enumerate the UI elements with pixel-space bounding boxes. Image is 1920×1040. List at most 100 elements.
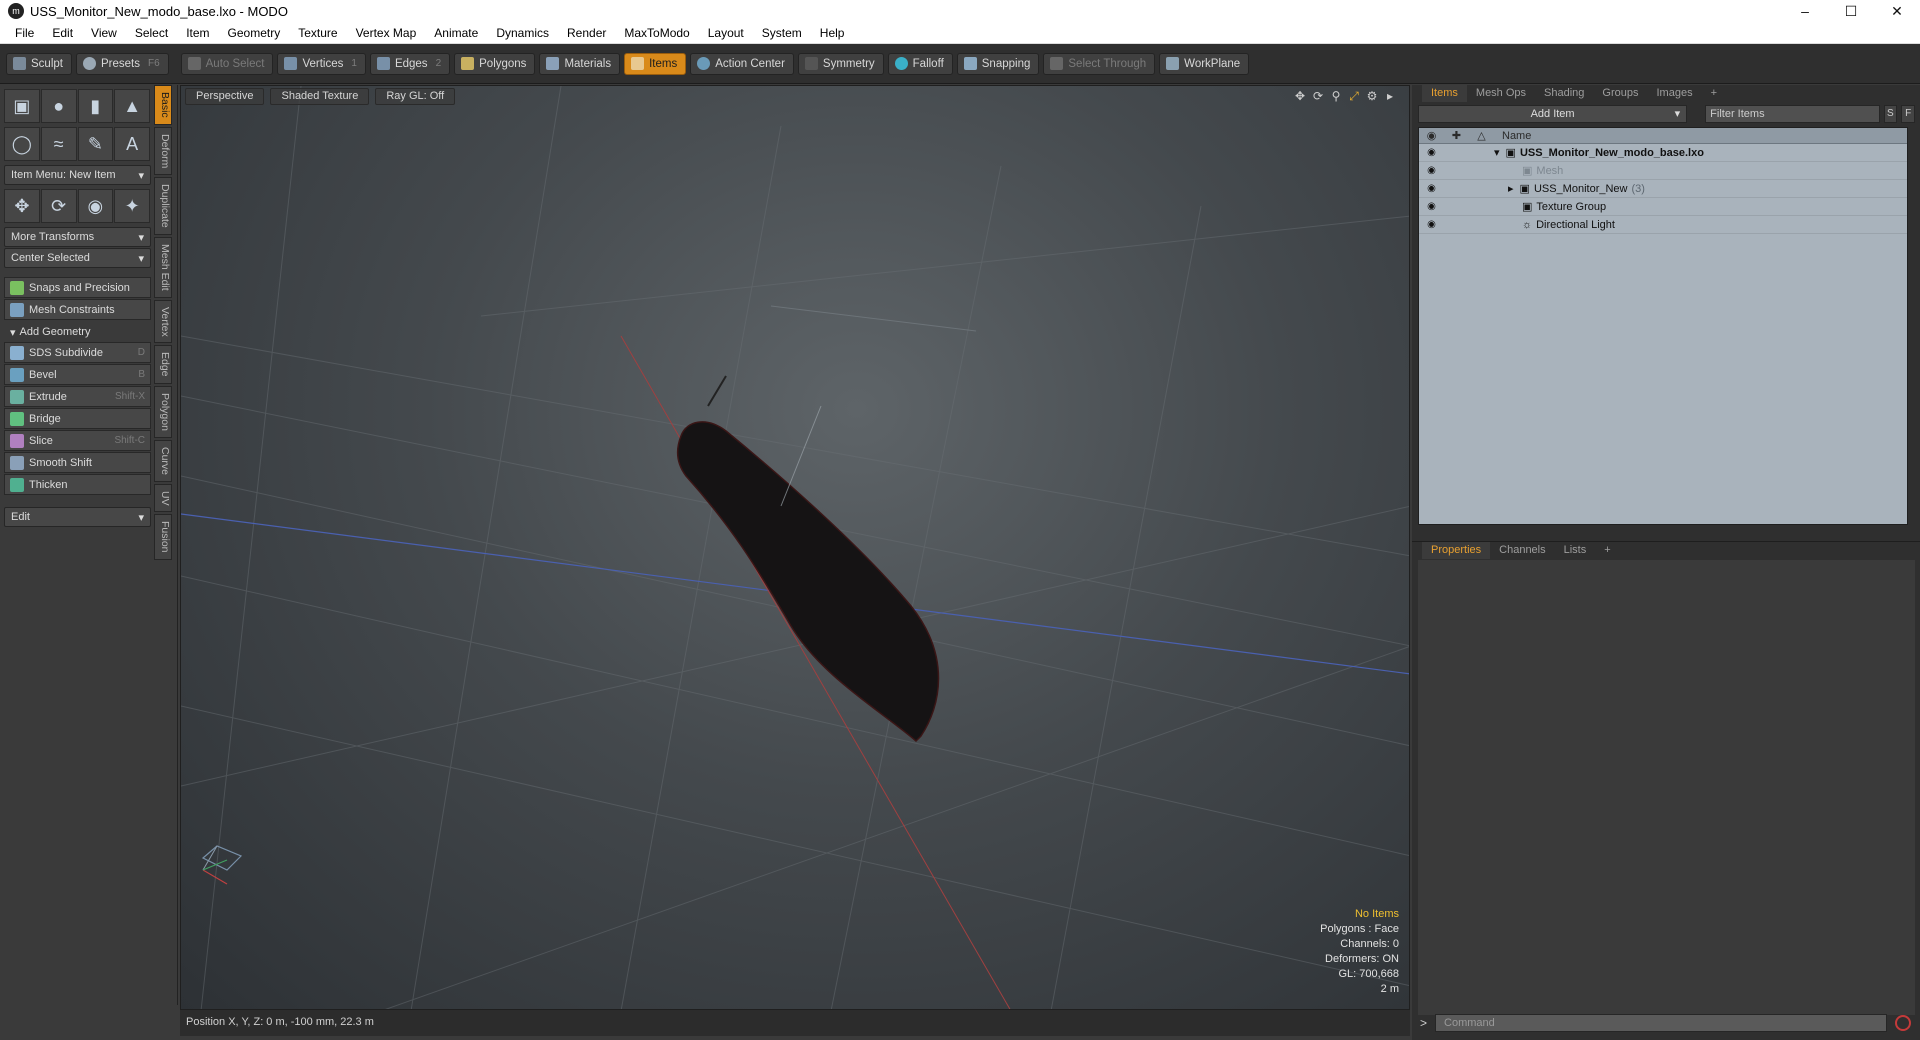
minimize-icon[interactable]: – (1782, 0, 1828, 22)
select-through-button[interactable]: Select Through (1043, 52, 1156, 75)
items-button[interactable]: Items (624, 52, 687, 75)
menu-maxtomodo[interactable]: MaxToModo (615, 22, 698, 44)
tab-vertex[interactable]: Vertex (154, 299, 172, 344)
materials-button[interactable]: Materials (539, 52, 621, 75)
transform-tool-icon[interactable]: ✦ (114, 189, 150, 223)
vertices-button[interactable]: Vertices 1 (277, 52, 366, 75)
raygl-button[interactable]: Ray GL: Off (375, 88, 456, 105)
sphere-icon[interactable]: ● (40, 89, 77, 123)
gear-icon[interactable]: ⚙ (1363, 89, 1381, 104)
item-menu-dropdown[interactable]: Item Menu: New Item ▾ (4, 165, 151, 185)
expand-arrow-icon[interactable]: ▸ (1508, 182, 1514, 195)
action-center-button[interactable]: Action Center (690, 52, 794, 75)
tab-basic[interactable]: Basic (154, 85, 172, 125)
torus-icon[interactable]: ◯ (4, 127, 40, 161)
edit-dropdown[interactable]: Edit ▾ (4, 507, 151, 527)
center-selected-dropdown[interactable]: Center Selected ▾ (4, 248, 151, 268)
workplane-button[interactable]: WorkPlane (1159, 52, 1250, 75)
record-icon[interactable] (1895, 1015, 1912, 1031)
menu-geometry[interactable]: Geometry (219, 22, 290, 44)
move-tool-icon[interactable]: ✥ (4, 189, 40, 223)
snaps-precision-button[interactable]: Snaps and Precision (4, 277, 151, 298)
symmetry-button[interactable]: Symmetry (797, 52, 884, 75)
menu-select[interactable]: Select (126, 22, 177, 44)
slice-button[interactable]: Slice Shift-C (4, 430, 151, 451)
fit-icon[interactable]: ⤢ (1345, 89, 1363, 104)
3d-viewport[interactable]: Perspective Shaded Texture Ray GL: Off ✥… (180, 85, 1410, 1010)
tab-fusion[interactable]: Fusion (154, 514, 172, 560)
f-filter-button[interactable]: F (1901, 105, 1915, 123)
list-item[interactable]: ◉ ▾ ▣ USS_Monitor_New_modo_base.lxo (1419, 144, 1907, 162)
command-input[interactable]: Command (1435, 1014, 1888, 1032)
tab-mesh-ops[interactable]: Mesh Ops (1467, 85, 1535, 102)
menu-help[interactable]: Help (811, 22, 854, 44)
expand-arrow-icon[interactable]: ▸ (1381, 89, 1399, 104)
tab-channels[interactable]: Channels (1490, 542, 1554, 559)
name-column-header[interactable]: Name (1502, 130, 1531, 142)
mesh-constraints-button[interactable]: Mesh Constraints (4, 299, 151, 320)
render-column-icon[interactable]: △ (1469, 129, 1494, 142)
bevel-button[interactable]: Bevel B (4, 364, 151, 385)
cone-icon[interactable]: ▲ (114, 89, 150, 123)
tab-groups[interactable]: Groups (1593, 85, 1647, 102)
tab-properties[interactable]: Properties (1422, 541, 1491, 559)
zoom-icon[interactable]: ⚲ (1327, 89, 1345, 104)
lock-column-icon[interactable]: ✚ (1444, 129, 1469, 142)
eye-icon[interactable]: ◉ (1419, 147, 1444, 158)
maximize-icon[interactable]: ☐ (1828, 0, 1874, 22)
tab-lists[interactable]: Lists (1555, 542, 1596, 559)
menu-edit[interactable]: Edit (43, 22, 82, 44)
tab-uv[interactable]: UV (154, 483, 172, 513)
snapping-button[interactable]: Snapping (956, 52, 1040, 75)
menu-system[interactable]: System (753, 22, 811, 44)
tab-items[interactable]: Items (1422, 85, 1467, 102)
cylinder-icon[interactable]: ▮ (77, 89, 114, 123)
pan-icon[interactable]: ✥ (1291, 89, 1309, 104)
thicken-button[interactable]: Thicken (4, 474, 151, 495)
eye-icon[interactable]: ◉ (1419, 183, 1444, 194)
extrude-button[interactable]: Extrude Shift-X (4, 386, 151, 407)
tab-mesh-edit[interactable]: Mesh Edit (154, 236, 172, 298)
tab-edge[interactable]: Edge (154, 345, 172, 384)
menu-vertex-map[interactable]: Vertex Map (347, 22, 426, 44)
tab-images[interactable]: Images (1648, 85, 1702, 102)
visibility-column-icon[interactable]: ◉ (1419, 129, 1444, 142)
s-filter-button[interactable]: S (1883, 105, 1898, 123)
bridge-button[interactable]: Bridge (4, 408, 151, 429)
menu-file[interactable]: File (6, 22, 43, 44)
falloff-button[interactable]: Falloff (887, 52, 953, 75)
perspective-view-button[interactable]: Perspective (185, 88, 265, 105)
cube-icon[interactable]: ▣ (4, 89, 40, 123)
tab-deform[interactable]: Deform (154, 126, 172, 176)
list-item[interactable]: ◉ ▣ Texture Group (1419, 198, 1907, 216)
pen-icon[interactable]: ✎ (77, 127, 114, 161)
list-item[interactable]: ◉ ▣ Mesh (1419, 162, 1907, 180)
more-transforms-dropdown[interactable]: More Transforms ▾ (4, 227, 151, 247)
list-item[interactable]: ◉ ☼ Directional Light (1419, 216, 1907, 234)
eye-icon[interactable]: ◉ (1419, 219, 1444, 230)
auto-select-button[interactable]: Auto Select (180, 52, 274, 75)
sds-subdivide-button[interactable]: SDS Subdivide D (4, 342, 151, 363)
menu-dynamics[interactable]: Dynamics (487, 22, 558, 44)
polygons-button[interactable]: Polygons (454, 52, 536, 75)
presets-button[interactable]: Presets F6 (75, 52, 169, 75)
menu-animate[interactable]: Animate (425, 22, 487, 44)
expand-arrow-icon[interactable]: ▾ (1494, 146, 1500, 159)
tab-shading[interactable]: Shading (1535, 85, 1593, 102)
tab-curve[interactable]: Curve (154, 439, 172, 482)
orbit-icon[interactable]: ⟳ (1309, 89, 1327, 104)
text-icon[interactable]: A (114, 127, 150, 161)
sculpt-button[interactable]: Sculpt (6, 52, 72, 75)
menu-item[interactable]: Item (177, 22, 218, 44)
add-tab-icon[interactable]: + (1702, 85, 1726, 102)
rotate-tool-icon[interactable]: ⟳ (40, 189, 77, 223)
menu-texture[interactable]: Texture (289, 22, 346, 44)
ship-hull-model[interactable] (676, 421, 940, 743)
smooth-shift-button[interactable]: Smooth Shift (4, 452, 151, 473)
close-icon[interactable]: ✕ (1874, 0, 1920, 22)
capsule-icon[interactable]: ≈ (40, 127, 77, 161)
tab-polygon[interactable]: Polygon (154, 385, 172, 438)
eye-icon[interactable]: ◉ (1419, 165, 1444, 176)
add-geometry-header[interactable]: ▾ Add Geometry (4, 323, 151, 341)
eye-icon[interactable]: ◉ (1419, 201, 1444, 212)
